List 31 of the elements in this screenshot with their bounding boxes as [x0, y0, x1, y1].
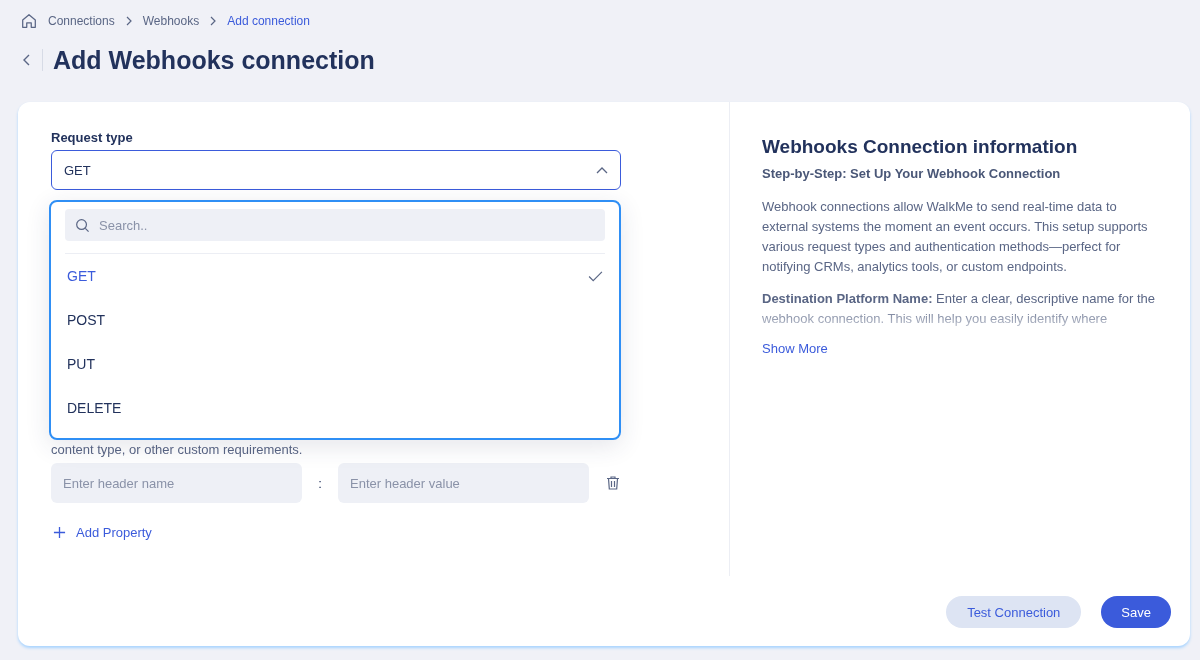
plus-icon	[53, 526, 66, 539]
back-icon[interactable]	[22, 53, 32, 67]
page-title: Add Webhooks connection	[53, 45, 375, 75]
request-type-select[interactable]: GET	[51, 150, 621, 190]
info-paragraph: Destination Platform Name: Enter a clear, descriptive name for the webhook connection. This will help you easily identify where	[762, 290, 1157, 328]
chevron-icon	[596, 166, 608, 174]
home-icon[interactable]	[20, 12, 38, 30]
chevron-right-icon	[124, 16, 133, 26]
dropdown-option[interactable]: GET	[65, 254, 605, 298]
hint-text: content type, or other custom requirements.	[51, 442, 304, 457]
separator-text: :	[317, 475, 323, 491]
header-name-field[interactable]: Enter header name	[51, 463, 302, 503]
check-icon	[588, 270, 603, 282]
save-button[interactable]: Save	[1101, 596, 1171, 628]
breadcrumb-link[interactable]: Add connection	[227, 14, 310, 28]
show-more-link[interactable]: Show More	[762, 341, 1160, 356]
dropdown-option[interactable]: DELETE	[65, 386, 605, 430]
info-title: Webhooks Connection information	[762, 136, 1079, 158]
field-label: Request type	[51, 130, 134, 145]
info-subtitle: Step-by-Step: Set Up Your Webhook Connection	[762, 166, 1062, 181]
dropdown-option[interactable]: POST	[65, 298, 605, 342]
header-value-field[interactable]: Enter header value	[338, 463, 589, 503]
search-field[interactable]: Search..	[65, 209, 605, 241]
dropdown-option[interactable]: PUT	[65, 342, 605, 386]
trash-icon[interactable]	[605, 475, 621, 491]
info-paragraph: Webhook connections allow WalkMe to send real-time data to external systems the moment an event occurs. This setup supports various request types and authentication methods—perfect for notifying CRMs, analytics tools, or custom endpoints.	[762, 198, 1149, 276]
add-property-link[interactable]: Add Property	[51, 525, 152, 540]
test-connection-button[interactable]: Test Connection	[946, 596, 1082, 628]
breadcrumb-link[interactable]: Connections	[48, 14, 115, 28]
chevron-right-icon	[209, 16, 218, 26]
breadcrumb-link[interactable]: Webhooks	[142, 14, 200, 28]
